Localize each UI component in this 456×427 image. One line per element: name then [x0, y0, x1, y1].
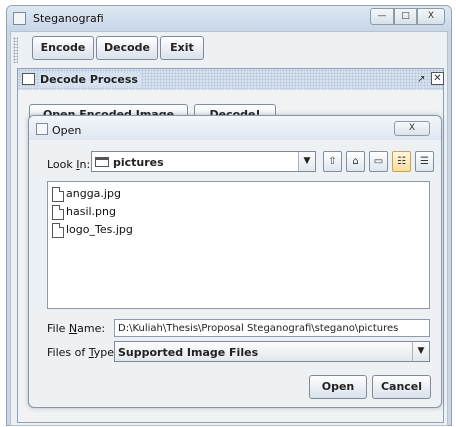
file-icon	[52, 205, 64, 220]
toolbar-grip[interactable]	[13, 37, 18, 63]
files-of-type-label: Files of Type:	[47, 346, 118, 359]
file-name: angga.jpg	[66, 187, 121, 200]
file-name: hasil.png	[66, 205, 116, 218]
minimize-button[interactable]: —	[370, 8, 394, 25]
frame-icon	[22, 73, 35, 85]
triangle-down-icon[interactable]: ▼	[298, 152, 315, 171]
exit-button[interactable]: Exit	[160, 36, 204, 60]
list-view-icon[interactable]: ☷	[392, 151, 411, 172]
java-cup-icon	[36, 123, 48, 135]
java-cup-icon	[13, 12, 26, 25]
open-button[interactable]: Open	[309, 375, 367, 399]
home-icon[interactable]: ⌂	[346, 151, 365, 172]
dialog-close-button[interactable]: X	[394, 121, 430, 136]
dialog-title: Open	[52, 124, 82, 137]
folder-icon	[95, 157, 109, 167]
window-title: Steganografi	[33, 12, 104, 25]
triangle-down-icon[interactable]: ▼	[412, 342, 429, 361]
look-in-value: pictures	[113, 156, 164, 169]
file-name: logo_Tes.jpg	[66, 223, 133, 236]
dialog-title-bar[interactable]	[29, 116, 441, 140]
file-icon	[52, 187, 64, 202]
new-folder-icon[interactable]: ▭	[369, 151, 388, 172]
file-list[interactable]	[47, 181, 430, 309]
encode-button[interactable]: Encode	[32, 36, 94, 60]
files-of-type-value: Supported Image Files	[118, 346, 259, 359]
up-folder-icon[interactable]: ⇧	[323, 151, 342, 172]
frame-close-button[interactable]: ✕	[431, 72, 444, 85]
frame-title: Decode Process	[40, 73, 141, 86]
file-icon	[52, 223, 64, 238]
file-name-label: File Name:	[47, 322, 106, 335]
decode-button[interactable]: Decode	[96, 36, 158, 60]
details-view-icon[interactable]: ☰	[415, 151, 434, 172]
cancel-button[interactable]: Cancel	[372, 375, 431, 399]
restore-icon[interactable]: ↗	[417, 74, 425, 85]
look-in-label: Look In:	[47, 158, 91, 171]
file-name-field[interactable]	[114, 319, 430, 337]
close-window-button[interactable]: X	[417, 8, 445, 25]
maximize-button[interactable]: □	[394, 8, 417, 25]
